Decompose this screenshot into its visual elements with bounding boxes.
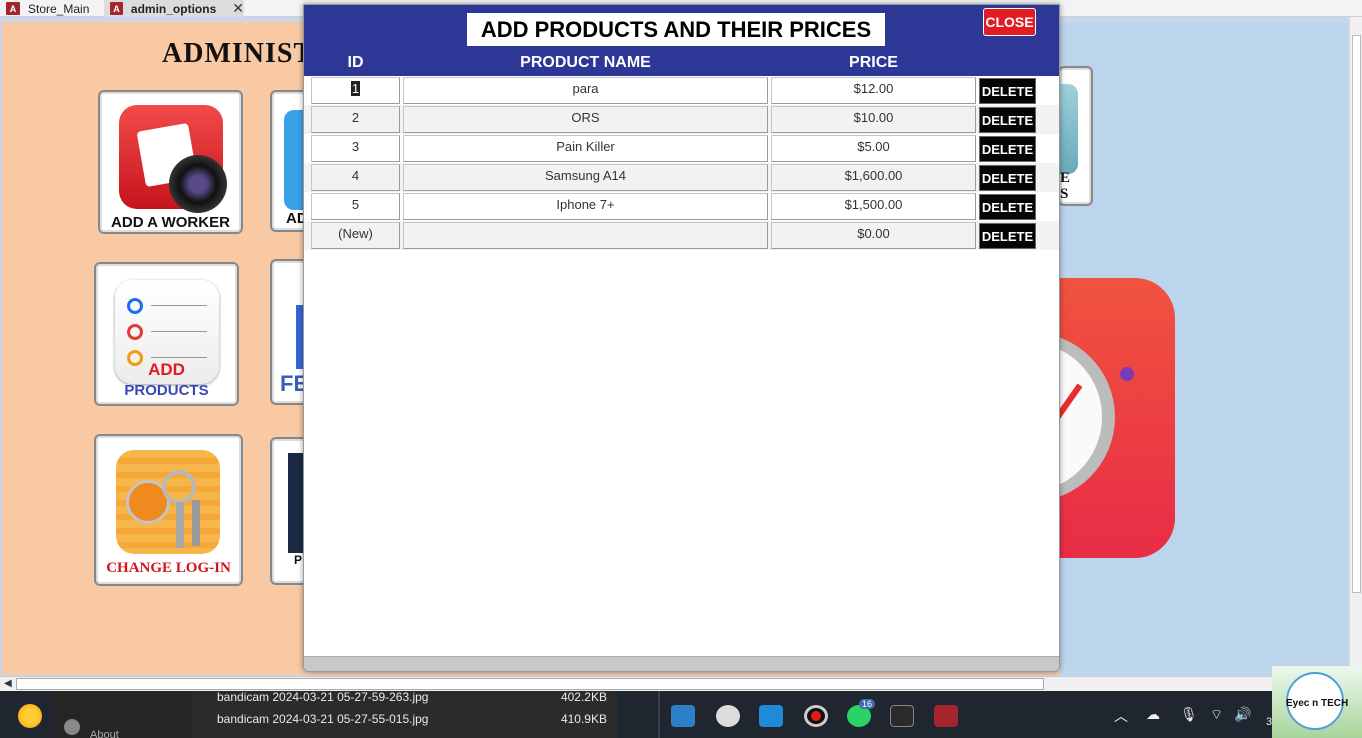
tile-label-line1: ADD xyxy=(148,360,185,379)
close-button[interactable]: CLOSE xyxy=(983,8,1036,36)
file-name: bandicam 2024-03-21 05-27-55-015.jpg xyxy=(217,712,429,726)
delete-button[interactable]: DELETE xyxy=(979,223,1036,249)
task-view-icon[interactable] xyxy=(671,705,695,727)
tile-label-line1: E xyxy=(1060,170,1071,186)
product-name-field[interactable]: Samsung A14 xyxy=(403,164,768,191)
dialog-title: ADD PRODUCTS AND THEIR PRICES xyxy=(467,13,885,46)
close-icon[interactable]: ✕ xyxy=(232,0,244,17)
id-field[interactable]: 4 xyxy=(311,164,400,191)
id-field[interactable]: 3 xyxy=(311,135,400,162)
dialog-footer-bar xyxy=(304,656,1059,671)
price-field[interactable]: $5.00 xyxy=(771,135,976,162)
tab-label: admin_options xyxy=(130,1,217,16)
dialog-header: ADD PRODUCTS AND THEIR PRICES CLOSE ID P… xyxy=(304,5,1059,76)
delete-button[interactable]: DELETE xyxy=(979,194,1036,220)
chatgpt-icon[interactable] xyxy=(716,705,740,727)
volume-icon[interactable]: 🔊 xyxy=(1234,706,1251,723)
record-icon[interactable] xyxy=(804,705,828,727)
delete-button[interactable]: DELETE xyxy=(979,136,1036,162)
table-row: 3 Pain Killer $5.00 DELETE xyxy=(304,134,1059,163)
tile-label-line2: PRODUCTS xyxy=(124,382,209,399)
whatsapp-icon[interactable]: 16 xyxy=(847,699,876,727)
form-title: ADMINIST xyxy=(162,38,314,69)
user-icon xyxy=(64,719,80,735)
wifi-icon[interactable]: ⌔ xyxy=(1210,706,1223,724)
add-worker-tile[interactable]: ADD A WORKER xyxy=(98,90,243,234)
tab-store-main[interactable]: A Store_Main xyxy=(0,0,102,17)
file-row[interactable]: bandicam 2024-03-21 05-27-59-263.jpg 402… xyxy=(217,690,607,704)
id-field[interactable]: 5 xyxy=(311,193,400,220)
access-icon: A xyxy=(110,2,123,15)
file-size: 402.2KB xyxy=(560,690,607,704)
scrollbar-thumb[interactable] xyxy=(1352,35,1361,593)
scroll-left-icon[interactable]: ◀ xyxy=(4,678,12,689)
file-size: 410.9KB xyxy=(560,712,607,726)
price-field[interactable]: $0.00 xyxy=(771,222,976,249)
right-tile-partial[interactable]: E S xyxy=(1058,66,1093,206)
vertical-scrollbar[interactable] xyxy=(1349,17,1362,675)
photo-booth-icon xyxy=(119,105,227,213)
access-icon: A xyxy=(6,2,20,15)
id-field[interactable]: (New) xyxy=(311,222,400,249)
column-header-price: PRICE xyxy=(849,54,898,71)
notification-badge: 16 xyxy=(859,699,876,709)
sidebar-item-about[interactable]: About xyxy=(90,729,119,738)
scrollbar-thumb[interactable] xyxy=(16,678,1044,690)
table-row: 5 Iphone 7+ $1,500.00 DELETE xyxy=(304,192,1059,221)
tile-label-line2: S xyxy=(1060,186,1069,202)
app-icon xyxy=(1060,84,1078,174)
price-field[interactable]: $12.00 xyxy=(771,77,976,104)
tile-label: CHANGE LOG-IN xyxy=(106,560,231,576)
add-products-tile[interactable]: ADD PRODUCTS xyxy=(94,262,239,406)
id-field[interactable]: 1 xyxy=(311,77,400,104)
delete-button[interactable]: DELETE xyxy=(979,78,1036,104)
file-row[interactable]: bandicam 2024-03-21 05-27-55-015.jpg 410… xyxy=(217,712,607,726)
product-name-field[interactable]: Iphone 7+ xyxy=(403,193,768,220)
table-row: 4 Samsung A14 $1,600.00 DELETE xyxy=(304,163,1059,192)
product-name-field[interactable]: Pain Killer xyxy=(403,135,768,162)
watermark-logo: Eyec n TECH xyxy=(1272,666,1362,738)
column-header-id: ID xyxy=(347,54,364,71)
product-name-field[interactable]: para xyxy=(403,77,768,104)
table-row: 2 ORS $10.00 DELETE xyxy=(304,105,1059,134)
change-login-tile[interactable]: CHANGE LOG-IN xyxy=(94,434,243,586)
vscode-icon[interactable] xyxy=(759,705,783,727)
table-row: 1 para $12.00 DELETE xyxy=(304,76,1059,105)
chevron-up-icon[interactable]: ︿ xyxy=(1114,706,1128,726)
id-field[interactable]: 2 xyxy=(311,106,400,133)
horizontal-scrollbar[interactable]: ◀ xyxy=(0,676,1362,691)
delete-button[interactable]: DELETE xyxy=(979,107,1036,133)
table-row-new: (New) $0.00 DELETE xyxy=(304,221,1059,250)
product-name-field[interactable]: ORS xyxy=(403,106,768,133)
weather-icon[interactable] xyxy=(18,704,42,728)
add-products-dialog: ADD PRODUCTS AND THEIR PRICES CLOSE ID P… xyxy=(303,4,1060,672)
product-name-field[interactable] xyxy=(403,222,768,249)
tab-label: Store_Main xyxy=(28,1,90,16)
tab-admin-options[interactable]: A admin_options ✕ xyxy=(104,0,244,17)
column-header-product-name: PRODUCT NAME xyxy=(520,54,651,71)
terminal-icon[interactable] xyxy=(890,705,914,727)
keychain-icon xyxy=(116,450,220,554)
file-name: bandicam 2024-03-21 05-27-59-263.jpg xyxy=(217,690,429,704)
tile-label: ADD A WORKER xyxy=(111,214,230,231)
explorer-sidebar: About xyxy=(52,691,192,738)
price-field[interactable]: $10.00 xyxy=(771,106,976,133)
cloud-icon[interactable]: ☁ xyxy=(1146,706,1160,723)
access-icon[interactable] xyxy=(934,705,958,727)
price-field[interactable]: $1,600.00 xyxy=(771,164,976,191)
microphone-icon[interactable]: 🎙 xyxy=(1180,706,1198,723)
speedometer-icon xyxy=(1020,278,1175,558)
delete-button[interactable]: DELETE xyxy=(979,165,1036,191)
price-field[interactable]: $1,500.00 xyxy=(771,193,976,220)
